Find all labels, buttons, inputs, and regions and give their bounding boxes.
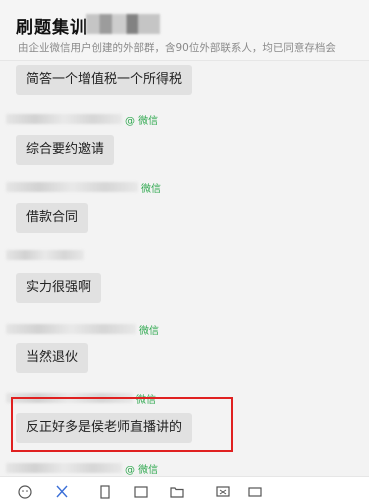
wechat-tag: @ 微信 (125, 464, 159, 476)
scissors-icon[interactable] (55, 485, 69, 499)
message-sender: @ 微信 (6, 462, 159, 476)
message-list[interactable]: 简答一个增值税一个所得税 @ 微信 综合要约邀请 微信 借款合同 实力很强啊 微… (0, 61, 369, 476)
message-bubble[interactable]: 综合要约邀请 (16, 135, 115, 165)
chat-header: 刷题集训 由企业微信用户创建的外部群，含90位外部联系人，均已同意存档会 (0, 0, 369, 61)
image-icon[interactable] (134, 485, 148, 499)
group-subtitle: 由企业微信用户创建的外部群，含90位外部联系人，均已同意存档会 (18, 42, 336, 54)
file-icon[interactable] (98, 485, 112, 499)
redacted-sender-name (6, 250, 84, 260)
highlight-box (11, 397, 233, 452)
message-bubble[interactable]: 实力很强啊 (16, 273, 102, 303)
message-bubble[interactable]: 借款合同 (16, 203, 89, 233)
folder-icon[interactable] (170, 485, 184, 499)
more-icon[interactable] (248, 485, 262, 499)
input-toolbar (0, 476, 369, 499)
screen-icon[interactable] (216, 485, 230, 499)
message-sender (6, 249, 84, 261)
message-sender: 微信 (6, 323, 159, 337)
redacted-sender-name (6, 114, 122, 124)
message-sender: 微信 (6, 181, 161, 195)
redacted-sender-name (6, 324, 136, 334)
redacted-title (86, 14, 160, 34)
message-sender: @ 微信 (6, 113, 159, 127)
group-title[interactable]: 刷题集训 (16, 13, 88, 38)
redacted-sender-name (6, 463, 122, 473)
message-bubble[interactable]: 简答一个增值税一个所得税 (16, 65, 193, 95)
emoji-icon[interactable] (18, 485, 32, 499)
message-bubble[interactable]: 当然退伙 (16, 343, 89, 373)
redacted-sender-name (6, 182, 138, 192)
wechat-tag: 微信 (141, 183, 161, 195)
wechat-tag: 微信 (139, 325, 159, 337)
wechat-tag: @ 微信 (125, 115, 159, 127)
